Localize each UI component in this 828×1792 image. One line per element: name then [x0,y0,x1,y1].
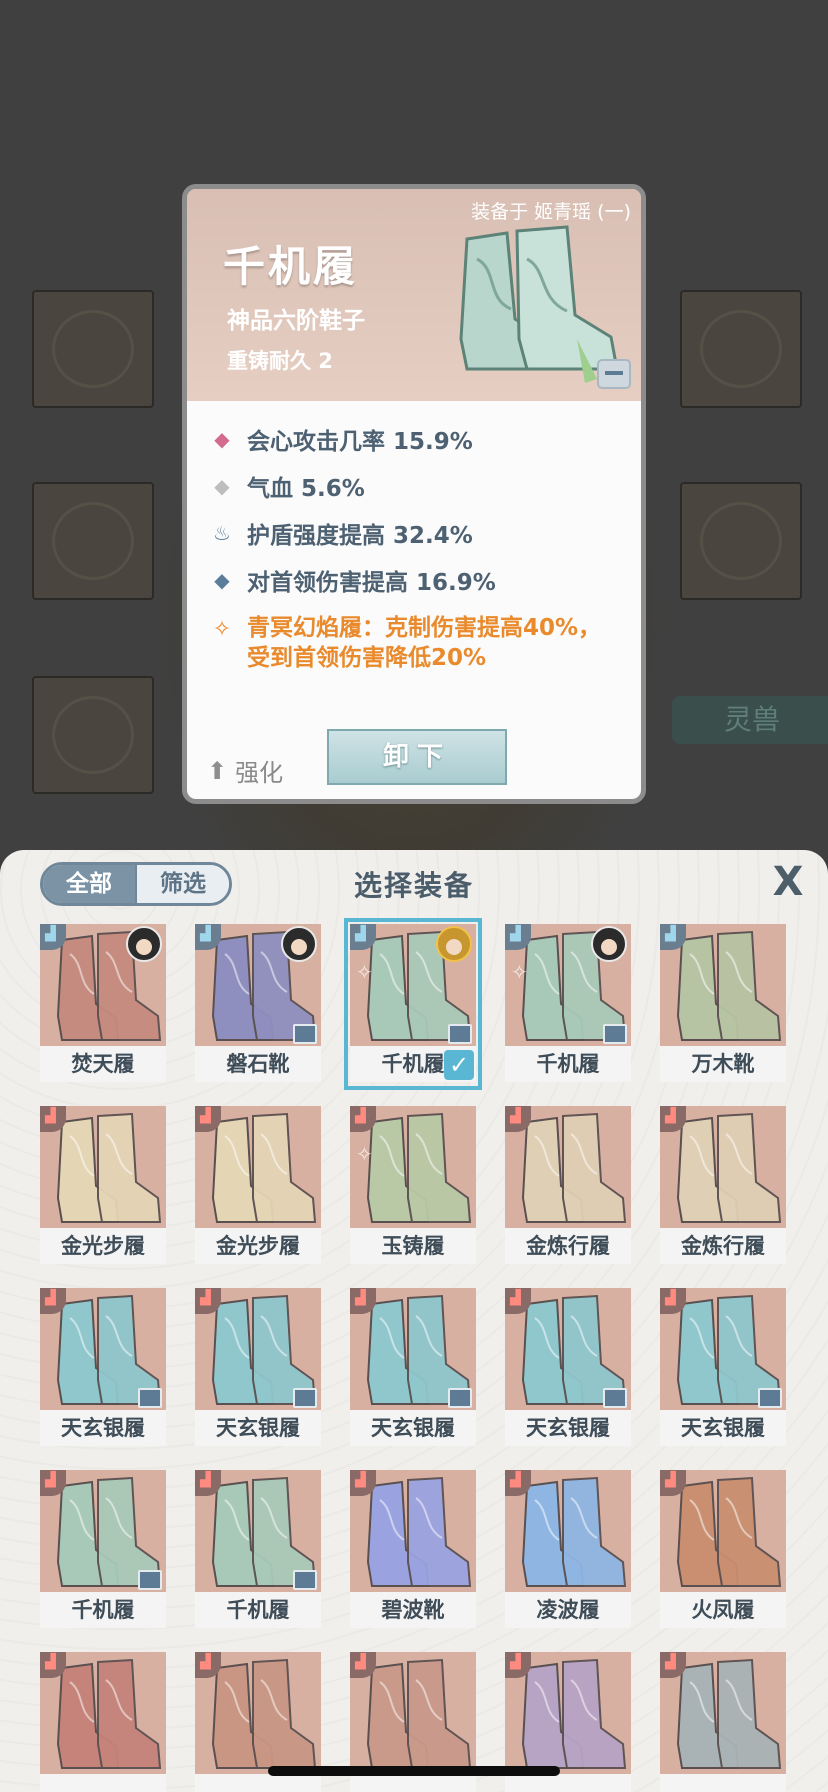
wearer-avatar [126,926,162,962]
equipment-name: 金炼行履 [505,1228,631,1264]
equipment-item[interactable]: ▟ 金光步履 [195,1106,321,1266]
item-detail-card: 装备于 姬青瑶 (一) 千机履 神品六阶鞋子 重铸耐久 2 ◆ 会心攻击几率 1… [182,184,646,804]
equipment-name: 天玄银履 [660,1410,786,1446]
strengthen-button[interactable]: ⬆ 强化 [207,753,283,788]
equipment-name: 千机履 [195,1592,321,1628]
equipment-item[interactable]: ▟ 天玄银履 [195,1288,321,1448]
equipment-name: 天玄银履 [40,1410,166,1446]
equipment-item[interactable]: ▟ 天玄银履 [350,1288,476,1448]
equipment-name: 玉铸履 [350,1228,476,1264]
equipment-name: 焚天履 [40,1046,166,1082]
equipment-item[interactable]: ▟ ✧ 千机履 [505,924,631,1084]
equipment-item[interactable]: ▟ 万木靴 [660,924,786,1084]
item-detail-header: 装备于 姬青瑶 (一) 千机履 神品六阶鞋子 重铸耐久 2 [187,189,641,401]
storage-icon [758,1388,782,1408]
rune-icon: ✧ [356,960,373,984]
storage-icon [603,1024,627,1044]
selected-check-icon: ✓ [444,1050,474,1080]
rune-icon: ✧ [511,960,528,984]
rune-icon: ✧ [212,617,232,642]
equipment-item[interactable]: ▟ [660,1652,786,1792]
equipment-name [660,1774,786,1792]
equipment-name: 天玄银履 [350,1410,476,1446]
shield-flame-icon: ♨ [213,520,231,545]
equipment-name: 磐石靴 [195,1046,321,1082]
equipment-item[interactable]: ▟ ✧ 玉铸履 [350,1106,476,1266]
item-name: 千机履 [223,242,359,291]
equip-slot-ring [680,290,802,408]
equipment-item[interactable]: ▟ 凌波履 [505,1470,631,1630]
equip-slot-boots [32,676,154,794]
equipment-item[interactable]: ▟ 火凤履 [660,1470,786,1630]
item-stats: ◆ 会心攻击几率 15.9% ◆ 气血 5.6% ♨ 护盾强度提高 32.4% … [207,415,625,672]
equipment-name: 火凤履 [660,1592,786,1628]
wearer-avatar [591,926,627,962]
stat-row: ◆ 气血 5.6% [207,462,625,509]
storage-icon [138,1388,162,1408]
equipment-item[interactable]: ▟ 金炼行履 [505,1106,631,1266]
storage-icon [448,1388,472,1408]
equipment-item[interactable]: ▟ 磐石靴 [195,924,321,1084]
equip-slot-weapon [32,290,154,408]
blue-diamond-icon: ◆ [214,567,230,592]
stat-row: ◆ 对首领伤害提高 16.9% [207,556,625,603]
equipment-name: 金炼行履 [660,1228,786,1264]
storage-icon[interactable] [597,359,631,389]
panel-title: 选择装备 [353,869,474,902]
equipment-item[interactable]: ▟ 碧波靴 [350,1470,476,1630]
equipment-name [505,1774,631,1792]
equipment-name: 千机履 [505,1046,631,1082]
pink-diamond-icon: ◆ [214,426,230,451]
equipment-item[interactable]: ▟ 金光步履 [40,1106,166,1266]
rune-icon: ✧ [356,1142,373,1166]
equipment-item[interactable]: ▟ 千机履 [195,1470,321,1630]
wearer-avatar [436,926,472,962]
storage-icon [138,1570,162,1590]
storage-icon [293,1570,317,1590]
equipment-item[interactable]: ▟ ✧ 千机履 ✓ [344,918,482,1090]
storage-icon [293,1024,317,1044]
special-effect: ✧ 青冥幻焰履：克制伤害提高40%， 受到首领伤害降低20% [207,613,625,671]
equipment-item[interactable]: ▟ 金炼行履 [660,1106,786,1266]
equipment-name: 天玄银履 [195,1410,321,1446]
equipment-item[interactable]: ▟ 焚天履 [40,924,166,1084]
stat-row: ♨ 护盾强度提高 32.4% [207,509,625,556]
storage-icon [293,1388,317,1408]
storage-icon [448,1024,472,1044]
unequip-button[interactable]: 卸下 [327,729,507,785]
equipment-name: 碧波靴 [350,1592,476,1628]
equipment-name: 金光步履 [40,1228,166,1264]
home-indicator [268,1766,560,1776]
stat-row: ◆ 会心攻击几率 15.9% [207,415,625,462]
gray-diamond-icon: ◆ [214,473,230,498]
equipment-name: 千机履 [40,1592,166,1628]
up-arrow-icon: ⬆ [207,756,228,785]
equipment-name: 金光步履 [195,1228,321,1264]
item-grade: 神品六阶鞋子 [227,308,365,334]
equipment-name [40,1774,166,1792]
spirit-beast-tab: 灵兽 [672,696,828,744]
equipment-item[interactable]: ▟ 千机履 [40,1470,166,1630]
equip-slot-necklace [680,482,802,600]
equipment-item[interactable]: ▟ 天玄银履 [660,1288,786,1448]
equipment-name: 天玄银履 [505,1410,631,1446]
special-effect-line1: 青冥幻焰履：克制伤害提高40%， [247,615,602,641]
item-durability: 重铸耐久 2 [227,349,333,373]
equipment-name [350,1774,476,1792]
equipment-name [195,1774,321,1792]
equipment-name: 凌波履 [505,1592,631,1628]
equipment-item[interactable]: ▟ 天玄银履 [40,1288,166,1448]
close-button[interactable]: X [768,862,808,902]
special-effect-line2: 受到首领伤害降低20% [247,645,487,671]
wearer-avatar [281,926,317,962]
storage-icon [603,1388,627,1408]
equipment-item[interactable]: ▟ [40,1652,166,1792]
equipment-name: 万木靴 [660,1046,786,1082]
equipment-select-panel: 全部 筛选 选择装备 X ▟ 焚天履 ▟ 磐石靴 ▟ ✧ 千机履 ✓ ▟ ✧ 千机履 ▟ 万木靴 ▟ 金光步… [0,850,828,1792]
equip-slot-armor [32,482,154,600]
equipment-item[interactable]: ▟ 天玄银履 [505,1288,631,1448]
